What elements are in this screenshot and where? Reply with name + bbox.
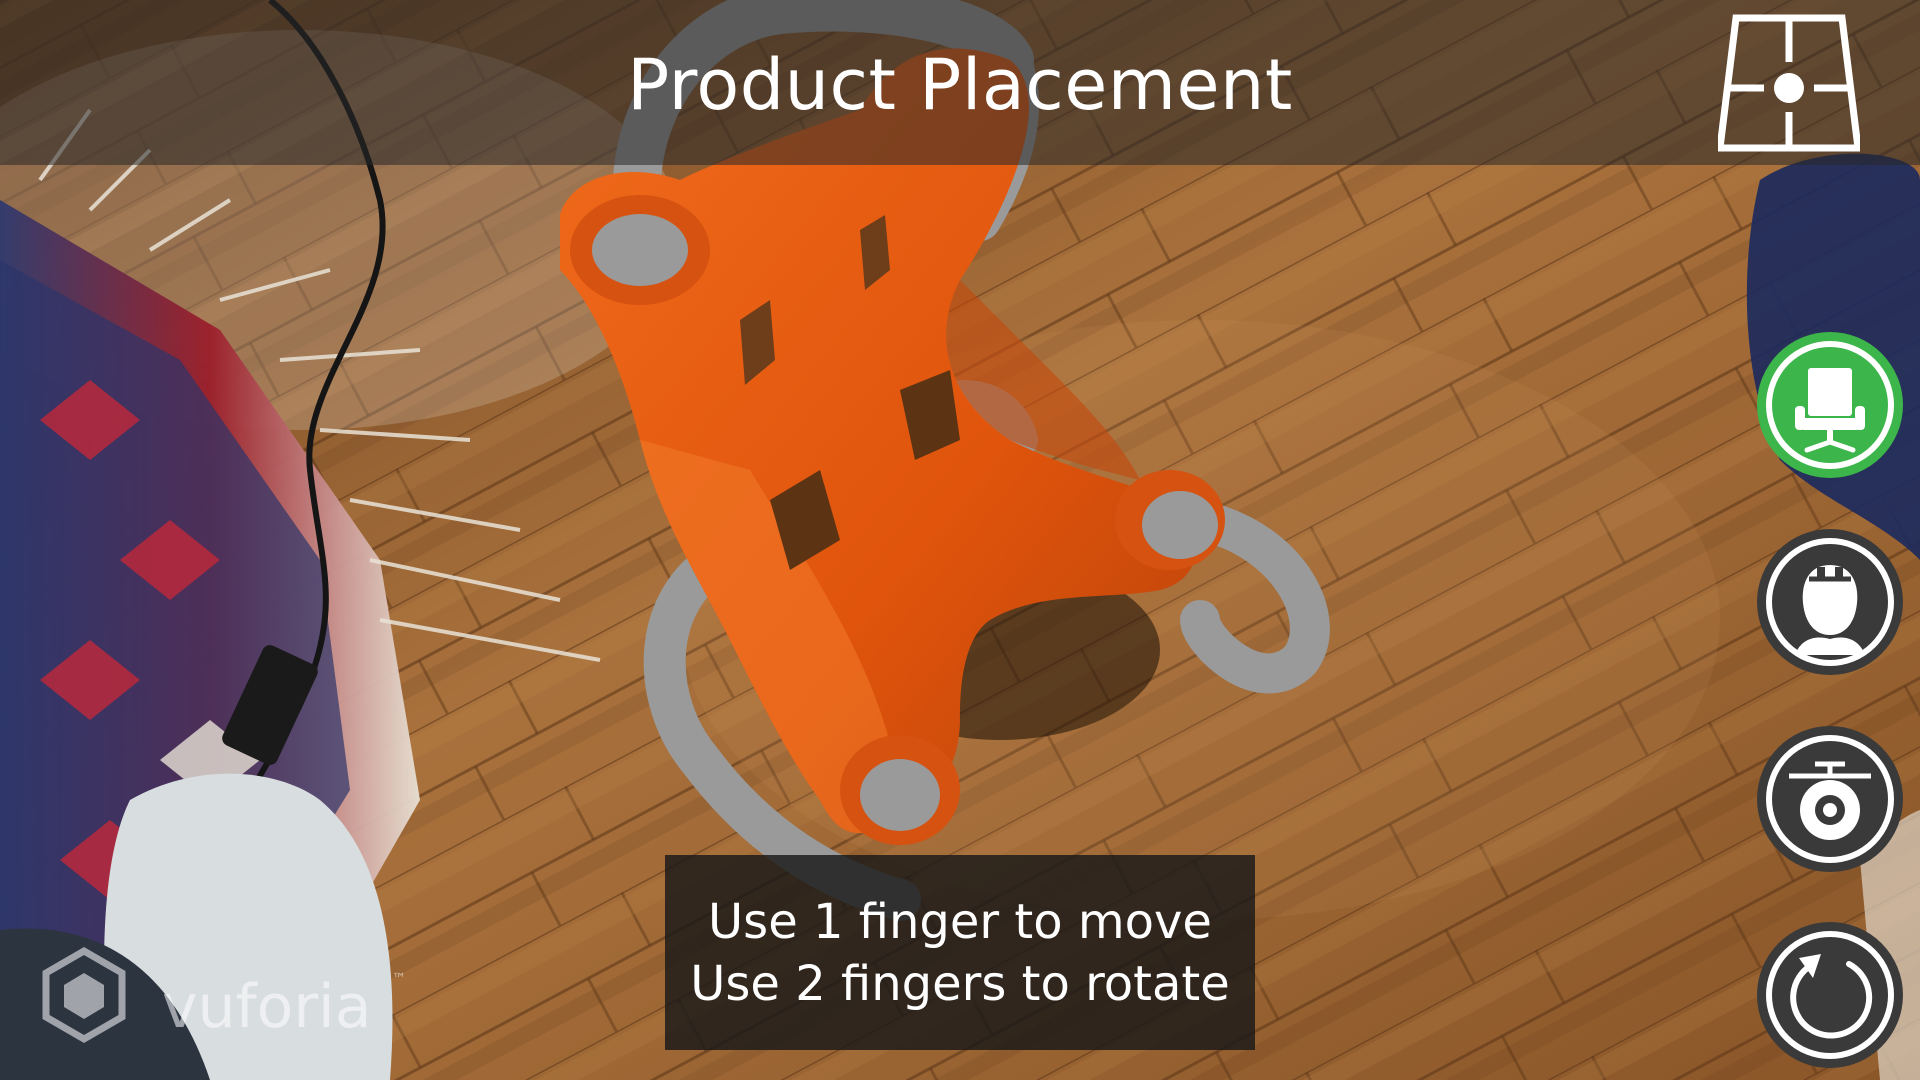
vuforia-trademark: ™ bbox=[392, 971, 406, 987]
mid-air-person-icon bbox=[1757, 529, 1903, 675]
vuforia-watermark: vuforia ™ bbox=[38, 945, 418, 1055]
chair-icon bbox=[1757, 332, 1903, 478]
ground-plane-floor-icon[interactable] bbox=[1716, 14, 1862, 152]
reset-button[interactable] bbox=[1755, 920, 1905, 1070]
mid-air-mode-button[interactable] bbox=[1755, 527, 1905, 677]
reset-icon bbox=[1757, 922, 1903, 1068]
chair-mode-button[interactable] bbox=[1755, 330, 1905, 480]
vuforia-wordmark: vuforia bbox=[162, 972, 371, 1042]
instruction-move-text: Use 1 finger to move bbox=[708, 893, 1212, 950]
vuforia-logo-icon bbox=[42, 946, 126, 1044]
instruction-rotate-text: Use 2 fingers to rotate bbox=[690, 955, 1230, 1012]
ground-plane-camera-icon bbox=[1757, 726, 1903, 872]
page-title: Product Placement bbox=[627, 44, 1293, 126]
instruction-overlay: Use 1 finger to move Use 2 fingers to ro… bbox=[665, 855, 1255, 1050]
ground-plane-camera-button[interactable] bbox=[1755, 724, 1905, 874]
